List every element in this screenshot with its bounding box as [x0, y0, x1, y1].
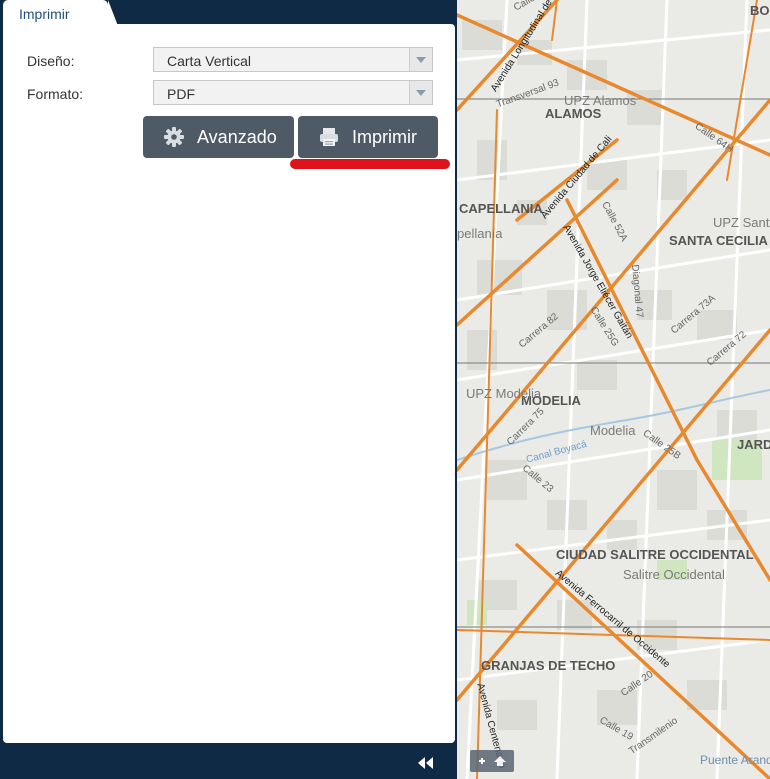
print-button-label: Imprimir [352, 126, 417, 147]
layout-label: Diseño: [27, 53, 75, 69]
chevron-down-icon[interactable] [409, 81, 432, 104]
area-label: UPZ Modelia [466, 386, 542, 401]
map-navigation-control[interactable] [470, 750, 514, 772]
neighborhood-label: GRANJAS DE TECHO [481, 658, 616, 673]
layout-select-value: Carta Vertical [167, 53, 252, 69]
neighborhood-label: CAPELLANIA [459, 201, 543, 216]
gear-icon [163, 126, 185, 148]
print-panel: Imprimir Diseño: Carta Vertical Formato:… [0, 0, 457, 779]
tab-label: Imprimir [19, 6, 70, 22]
neighborhood-label: ALAMOS [545, 106, 602, 121]
area-label: UPZ Alamos [564, 93, 637, 108]
neighborhood-label: JARD [737, 437, 770, 452]
area-label: Salitre Occidental [623, 567, 725, 582]
map-view[interactable]: ALAMOS CAPELLANIA SANTA CECILIA MODELIA … [457, 0, 770, 779]
layout-select[interactable]: Carta Vertical [153, 47, 433, 72]
printer-icon [318, 126, 340, 148]
neighborhood-label: BO [750, 3, 770, 18]
format-select-value: PDF [167, 86, 195, 102]
highlight-underline [290, 159, 450, 169]
area-label: UPZ Sant [713, 215, 770, 230]
advanced-button[interactable]: Avanzado [143, 116, 294, 158]
panel-footer [0, 744, 457, 779]
area-label: pellanía [457, 226, 503, 241]
area-label: Modelia [590, 423, 636, 438]
neighborhood-label: SANTA CECILIA [669, 233, 768, 248]
tab-imprimir[interactable]: Imprimir [3, 0, 118, 26]
collapse-panel-icon[interactable] [418, 756, 434, 769]
advanced-button-label: Avanzado [197, 126, 277, 147]
neighborhood-label: CIUDAD SALITRE OCCIDENTAL [556, 547, 754, 562]
chevron-down-icon[interactable] [409, 48, 432, 71]
format-select[interactable]: PDF [153, 80, 433, 105]
format-label: Formato: [27, 86, 84, 102]
print-button[interactable]: Imprimir [298, 116, 438, 158]
area-label: Puente Aranda [700, 753, 770, 767]
